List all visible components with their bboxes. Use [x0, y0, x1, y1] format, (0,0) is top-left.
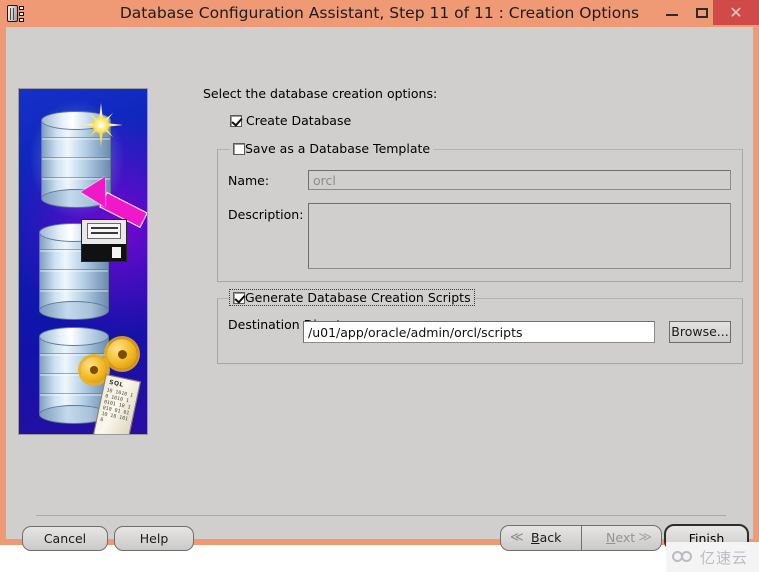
- gear-icon-small: [81, 357, 107, 383]
- navigation-button-group: ≪ Back Next ≫: [500, 525, 662, 551]
- gear-icon-large: [107, 339, 137, 369]
- name-label: Name:: [228, 173, 270, 188]
- sparkle-star-icon: [79, 103, 123, 147]
- browse-button[interactable]: Browse...: [669, 321, 731, 343]
- close-icon: ✕: [729, 3, 743, 22]
- minimize-button[interactable]: [657, 0, 687, 25]
- template-name-input[interactable]: [308, 170, 731, 190]
- chevron-left-icon: ≪: [510, 530, 524, 545]
- window-title: Database Configuration Assistant, Step 1…: [119, 4, 640, 22]
- create-database-label: Create Database: [246, 113, 352, 128]
- save-template-checkbox[interactable]: Save as a Database Template: [230, 141, 434, 156]
- chevron-right-icon: ≫: [638, 530, 652, 545]
- floppy-disk-icon: [81, 219, 127, 262]
- pink-arrow-icon: [81, 175, 147, 228]
- checkbox-checked-icon: [233, 292, 245, 304]
- application-window: Database Configuration Assistant, Step 1…: [0, 0, 759, 572]
- description-label: Description:: [228, 207, 304, 222]
- save-template-label: Save as a Database Template: [245, 141, 431, 156]
- back-button[interactable]: ≪ Back: [500, 525, 582, 551]
- sql-scroll-bits: 10 1010 10 1010 1 0101 10 1010 01 0110 1…: [99, 387, 134, 424]
- minimize-icon: [666, 14, 678, 16]
- watermark-logo-icon: [672, 550, 696, 564]
- watermark-text: 亿速云: [700, 548, 749, 567]
- destination-directory-input[interactable]: [303, 321, 655, 343]
- help-button[interactable]: Help: [114, 526, 194, 551]
- footer-separator: [36, 515, 726, 516]
- generate-scripts-label: Generate Database Creation Scripts: [245, 290, 471, 305]
- create-database-checkbox[interactable]: Create Database: [230, 113, 351, 128]
- template-description-input[interactable]: [308, 203, 731, 269]
- checkbox-unchecked-icon: [233, 143, 245, 155]
- maximize-icon: [696, 8, 708, 18]
- database-creation-illustration: SQL 10 1010 10 1010 1 0101 10 1010 01 01…: [18, 88, 148, 435]
- dialog-client-area: SQL 10 1010 10 1010 1 0101 10 1010 01 01…: [6, 27, 759, 572]
- intro-text: Select the database creation options:: [203, 86, 438, 101]
- close-button[interactable]: ✕: [713, 0, 759, 25]
- generate-scripts-checkbox[interactable]: Generate Database Creation Scripts: [229, 289, 475, 306]
- cancel-button[interactable]: Cancel: [22, 526, 108, 551]
- watermark: 亿速云: [666, 542, 759, 572]
- checkbox-checked-icon: [230, 115, 242, 127]
- next-button: Next ≫: [581, 525, 662, 551]
- title-bar: Database Configuration Assistant, Step 1…: [0, 0, 759, 27]
